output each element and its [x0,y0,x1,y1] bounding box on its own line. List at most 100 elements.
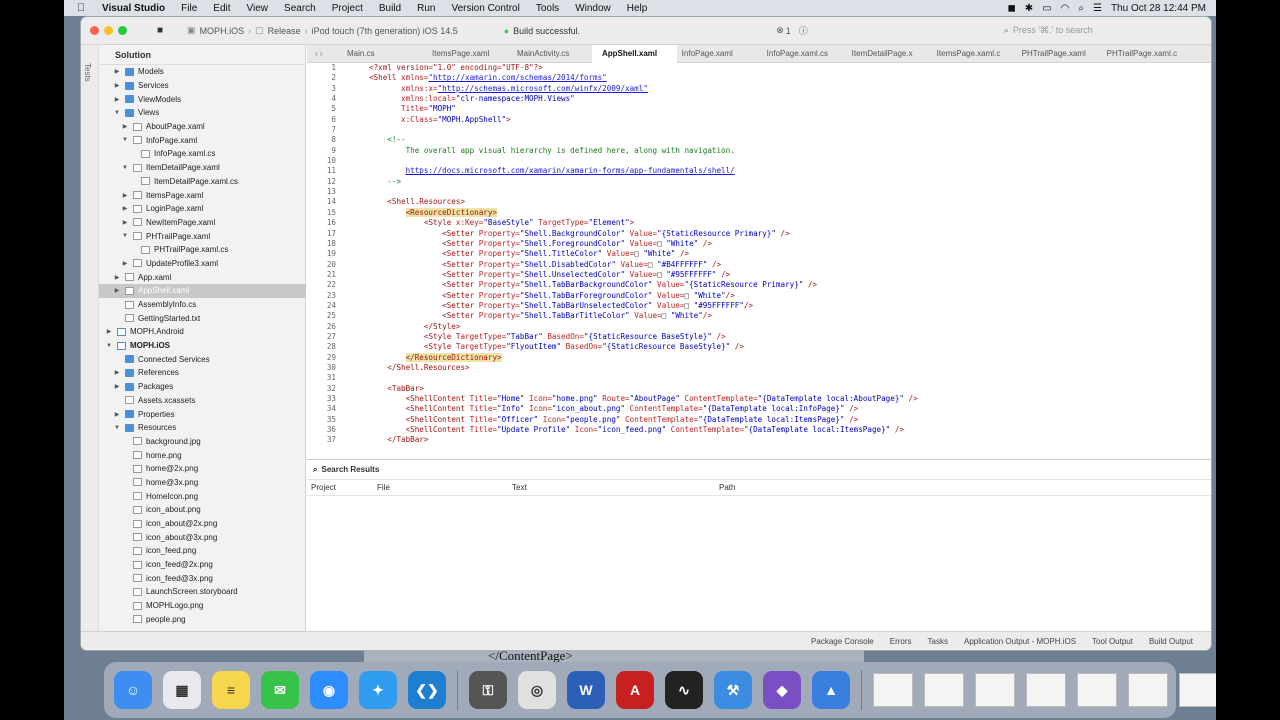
tree-item[interactable]: ▼ Views [99,106,306,120]
visual-studio-icon[interactable]: ◆ [763,671,801,709]
control-center-icon[interactable]: ☰ [1093,3,1102,14]
tree-item[interactable]: ▶ UpdateProfile3.xaml [99,257,306,271]
device-selector[interactable]: iPod touch (7th generation) iOS 14.5 [312,26,458,36]
column-file[interactable]: File [377,483,512,492]
tree-item[interactable]: ▶ AppShell.xaml [99,284,306,298]
tree-item[interactable]: ▼ Resources [99,421,306,435]
tree-item[interactable]: icon_about@3x.png [99,530,306,544]
tree-item[interactable]: Assets.xcassets [99,394,306,408]
word-icon[interactable]: W [567,671,605,709]
tree-item[interactable]: ▶ Models [99,65,306,79]
tool-output-button[interactable]: Tool Output [1092,637,1133,646]
config-selector[interactable]: Release [268,26,301,36]
document-tab[interactable]: MainActivity.cs [507,49,592,58]
safari-icon[interactable]: ✦ [359,671,397,709]
tree-item[interactable]: ItemDetailPage.xaml.cs [99,175,306,189]
tree-item[interactable]: icon_feed.png [99,544,306,558]
collapsed-arrow-icon[interactable]: ▶ [105,328,113,335]
tree-item[interactable]: icon_feed@2x.png [99,558,306,572]
spotlight-icon[interactable]: ⌕ [1078,3,1084,14]
tree-item[interactable]: AssemblyInfo.cs [99,298,306,312]
tree-item[interactable]: people.png [99,613,306,627]
tree-item[interactable]: ▶ NewItemPage.xaml [99,216,306,230]
zoom-icon[interactable]: ◉ [310,671,348,709]
document-tab[interactable]: InfoPage.xaml.cs [757,49,842,58]
menu-project[interactable]: Project [324,3,371,14]
tree-item[interactable]: home.png [99,448,306,462]
document-tab[interactable]: Main.cs [337,49,422,58]
tasks-button[interactable]: Tasks [928,637,948,646]
document-tab[interactable]: InfoPage.xaml [672,49,757,58]
document-tab[interactable]: ItemsPage.xaml.c [927,49,1012,58]
expanded-arrow-icon[interactable]: ▼ [113,425,121,431]
expanded-arrow-icon[interactable]: ▼ [121,137,129,143]
expanded-arrow-icon[interactable]: ▼ [121,233,129,239]
collapsed-arrow-icon[interactable]: ▶ [113,82,121,89]
tab-nav-arrows-icon[interactable]: ‹ › [307,49,337,58]
tree-item[interactable]: background.jpg [99,435,306,449]
tree-item[interactable]: ▼ InfoPage.xaml [99,133,306,147]
collapsed-arrow-icon[interactable]: ▶ [113,96,121,103]
collapsed-arrow-icon[interactable]: ▶ [121,205,129,212]
global-search-input[interactable]: Press '⌘.' to search [1013,25,1093,36]
tree-item[interactable]: ▶ References [99,366,306,380]
project-selector[interactable]: MOPH.iOS [200,26,245,36]
clock[interactable]: Thu Oct 28 12:44 PM [1111,3,1206,14]
column-text[interactable]: Text [512,483,719,492]
collapsed-arrow-icon[interactable]: ▶ [113,68,121,75]
collapsed-arrow-icon[interactable]: ▶ [113,287,121,294]
tree-item[interactable]: ▶ AboutPage.xaml [99,120,306,134]
tree-item[interactable]: ▶ Properties [99,407,306,421]
stop-icon[interactable]: ■ [157,25,163,36]
tree-item[interactable]: ▶ LoginPage.xaml [99,202,306,216]
menu-edit[interactable]: Edit [205,3,238,14]
collapsed-arrow-icon[interactable]: ▶ [121,123,129,130]
application-output-button[interactable]: Application Output - MOPH.iOS [964,637,1076,646]
collapsed-arrow-icon[interactable]: ▶ [113,369,121,376]
code-area[interactable]: 1 <?xml version="1.0" encoding="UTF-8"?> 2… [307,63,1197,459]
tree-item[interactable]: home@3x.png [99,476,306,490]
acrobat-icon[interactable]: A [616,671,654,709]
menu-tools[interactable]: Tools [528,3,567,14]
collapsed-arrow-icon[interactable]: ▶ [113,274,121,281]
document-tab[interactable]: PHTrailPage.xaml.c [1097,49,1182,58]
minimize-window-icon[interactable] [104,26,113,35]
tree-item[interactable]: ▼ MOPH.iOS [99,339,306,353]
messages-icon[interactable]: ✉ [261,671,299,709]
minimized-window-thumbnail[interactable] [975,673,1015,707]
tests-tab[interactable]: Tests [83,63,92,82]
simulator-icon[interactable]: ▲ [812,671,850,709]
info-icon[interactable]: ⓘ [799,24,808,37]
menu-view[interactable]: View [239,3,277,14]
tree-item[interactable]: MOPHLogo.png [99,599,306,613]
menu-run[interactable]: Run [409,3,443,14]
activity-monitor-icon[interactable]: ∿ [665,671,703,709]
tree-item[interactable]: InfoPage.xaml.cs [99,147,306,161]
minimized-window-thumbnail[interactable] [1077,673,1117,707]
tree-item[interactable]: home@2x.png [99,462,306,476]
tree-item[interactable]: GettingStarted.txt [99,311,306,325]
finder-icon[interactable]: ☺ [114,671,152,709]
column-path[interactable]: Path [719,483,735,492]
minimized-window-thumbnail[interactable] [1128,673,1168,707]
collapsed-arrow-icon[interactable]: ▶ [113,383,121,390]
expanded-arrow-icon[interactable]: ▼ [113,110,121,116]
document-tab[interactable]: ItemsPage.xaml [422,49,507,58]
tree-item[interactable]: ▶ MOPH.Android [99,325,306,339]
tree-item[interactable]: icon_about@2x.png [99,517,306,531]
expanded-arrow-icon[interactable]: ▼ [121,165,129,171]
tree-item[interactable]: PHTrailPage.xaml.cs [99,243,306,257]
menu-build[interactable]: Build [371,3,409,14]
tree-item[interactable]: ▶ Services [99,79,306,93]
menu-help[interactable]: Help [619,3,656,14]
column-project[interactable]: Project [307,483,377,492]
tree-item[interactable]: HomeIcon.png [99,489,306,503]
menu-file[interactable]: File [173,3,205,14]
tree-item[interactable]: icon_about.png [99,503,306,517]
menu-window[interactable]: Window [567,3,619,14]
minimized-window-thumbnail[interactable] [1026,673,1066,707]
tree-item[interactable]: ▶ App.xaml [99,270,306,284]
notes-icon[interactable]: ≡ [212,671,250,709]
minimized-window-thumbnail[interactable] [924,673,964,707]
tree-item[interactable]: ▶ ItemsPage.xaml [99,188,306,202]
